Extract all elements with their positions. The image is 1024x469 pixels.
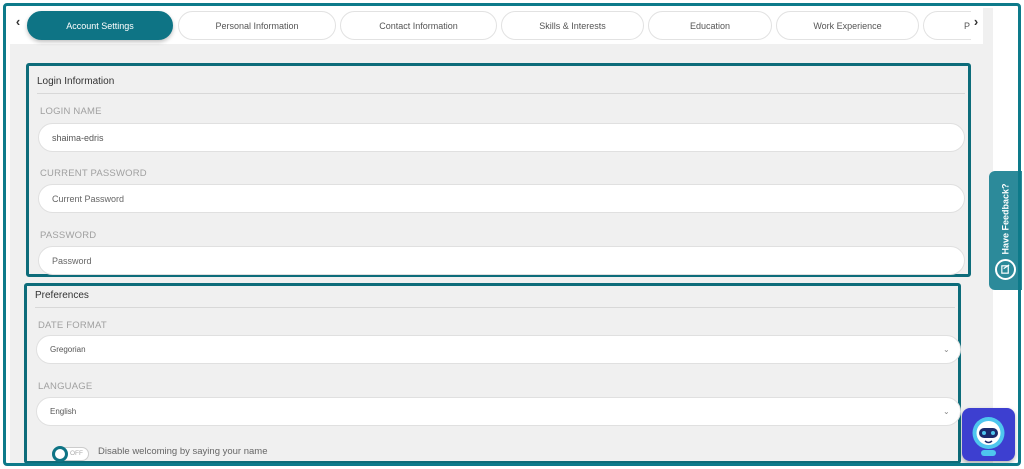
tab-personal-information[interactable]: Personal Information [178,11,336,40]
tab-account-settings[interactable]: Account Settings [27,11,173,40]
feedback-icon [995,259,1016,280]
divider [35,307,955,308]
login-information-section: Login Information LOGIN NAME shaima-edri… [26,63,971,277]
password-label: PASSWORD [40,230,97,241]
toggle-state: OFF [70,450,83,457]
language-select[interactable]: English ⌄ [36,397,961,426]
chatbot-icon [972,417,1005,456]
chevron-down-icon: ⌄ [943,345,950,354]
preferences-section: Preferences DATE FORMAT Gregorian ⌄ LANG… [24,283,961,464]
welcome-toggle[interactable]: OFF [52,446,89,462]
tab-partial[interactable]: P [923,11,971,40]
feedback-label-wrap: Have Feedback? [992,179,1019,259]
login-name-label: LOGIN NAME [40,106,102,117]
feedback-label: Have Feedback? [1000,183,1011,255]
tab-contact-information[interactable]: Contact Information [340,11,497,40]
language-label: LANGUAGE [38,381,93,392]
tab-skills-interests[interactable]: Skills & Interests [501,11,644,40]
chevron-left-icon[interactable]: ‹ [13,15,23,28]
current-password-input[interactable]: Current Password [38,184,965,213]
date-format-value: Gregorian [50,345,86,354]
date-format-select[interactable]: Gregorian ⌄ [36,335,961,364]
chatbot-button[interactable] [962,408,1015,461]
current-password-label: CURRENT PASSWORD [40,168,147,179]
divider [37,93,965,94]
section-title: Login Information [37,76,115,87]
password-input[interactable]: Password [38,246,965,275]
tab-education[interactable]: Education [648,11,772,40]
chevron-down-icon: ⌄ [943,407,950,416]
date-format-label: DATE FORMAT [38,320,107,331]
section-title: Preferences [35,290,89,301]
welcome-toggle-label: Disable welcoming by saying your name [98,446,268,457]
toggle-knob [52,446,68,462]
tab-work-experience[interactable]: Work Experience [776,11,919,40]
chevron-right-icon[interactable]: › [971,15,981,28]
login-name-input[interactable]: shaima-edris [38,123,965,152]
feedback-tab[interactable]: Have Feedback? [989,171,1022,290]
language-value: English [50,407,77,416]
